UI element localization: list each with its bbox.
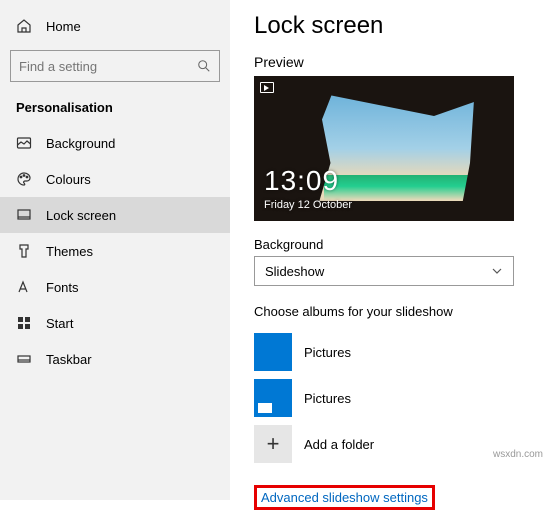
album-item[interactable]: Pictures bbox=[254, 375, 523, 421]
taskbar-icon bbox=[16, 351, 32, 367]
palette-icon bbox=[16, 171, 32, 187]
preview-date: Friday 12 October bbox=[264, 199, 352, 211]
home-icon bbox=[16, 18, 32, 34]
themes-icon bbox=[16, 243, 32, 259]
home-button[interactable]: Home bbox=[0, 10, 230, 42]
album-label: Pictures bbox=[304, 391, 351, 406]
main-content: Lock screen Preview 13:09 Friday 12 Octo… bbox=[230, 0, 547, 500]
sidebar-item-label: Taskbar bbox=[46, 352, 92, 367]
folder-tile-icon bbox=[254, 333, 292, 371]
home-label: Home bbox=[46, 19, 81, 34]
album-label: Pictures bbox=[304, 345, 351, 360]
search-input[interactable] bbox=[10, 50, 220, 82]
sidebar-item-lockscreen[interactable]: Lock screen bbox=[0, 197, 230, 233]
sidebar-item-themes[interactable]: Themes bbox=[0, 233, 230, 269]
sidebar-item-taskbar[interactable]: Taskbar bbox=[0, 341, 230, 377]
lockscreen-icon bbox=[16, 207, 32, 223]
lockscreen-preview: 13:09 Friday 12 October bbox=[254, 76, 514, 221]
background-value: Slideshow bbox=[265, 264, 324, 279]
sidebar-item-background[interactable]: Background bbox=[0, 125, 230, 161]
sidebar: Home Personalisation Background Colours … bbox=[0, 0, 230, 500]
folder-tile-icon bbox=[254, 379, 292, 417]
sidebar-item-label: Start bbox=[46, 316, 73, 331]
album-item[interactable]: Pictures bbox=[254, 329, 523, 375]
sidebar-item-label: Background bbox=[46, 136, 115, 151]
preview-label: Preview bbox=[254, 54, 523, 70]
advanced-slideshow-link[interactable]: Advanced slideshow settings bbox=[261, 490, 428, 505]
highlighted-box: Advanced slideshow settings bbox=[254, 485, 435, 510]
sidebar-item-colours[interactable]: Colours bbox=[0, 161, 230, 197]
background-label: Background bbox=[254, 237, 523, 252]
page-title: Lock screen bbox=[254, 12, 523, 40]
add-folder-button[interactable]: + Add a folder bbox=[254, 421, 523, 467]
sidebar-item-label: Fonts bbox=[46, 280, 79, 295]
start-icon bbox=[16, 315, 32, 331]
sidebar-item-fonts[interactable]: Fonts bbox=[0, 269, 230, 305]
sidebar-item-label: Colours bbox=[46, 172, 91, 187]
plus-icon: + bbox=[254, 425, 292, 463]
preview-time: 13:09 bbox=[264, 165, 339, 197]
add-folder-label: Add a folder bbox=[304, 437, 374, 452]
background-select[interactable]: Slideshow bbox=[254, 256, 514, 286]
search-icon bbox=[197, 59, 211, 73]
watermark: wsxdn.com bbox=[493, 449, 543, 460]
sidebar-item-label: Themes bbox=[46, 244, 93, 259]
picture-icon bbox=[16, 135, 32, 151]
choose-albums-label: Choose albums for your slideshow bbox=[254, 304, 523, 319]
chevron-down-icon bbox=[491, 265, 503, 277]
slideshow-icon bbox=[260, 82, 274, 93]
fonts-icon bbox=[16, 279, 32, 295]
sidebar-item-start[interactable]: Start bbox=[0, 305, 230, 341]
sidebar-item-label: Lock screen bbox=[46, 208, 116, 223]
section-title: Personalisation bbox=[0, 96, 230, 125]
search-field[interactable] bbox=[19, 59, 211, 74]
